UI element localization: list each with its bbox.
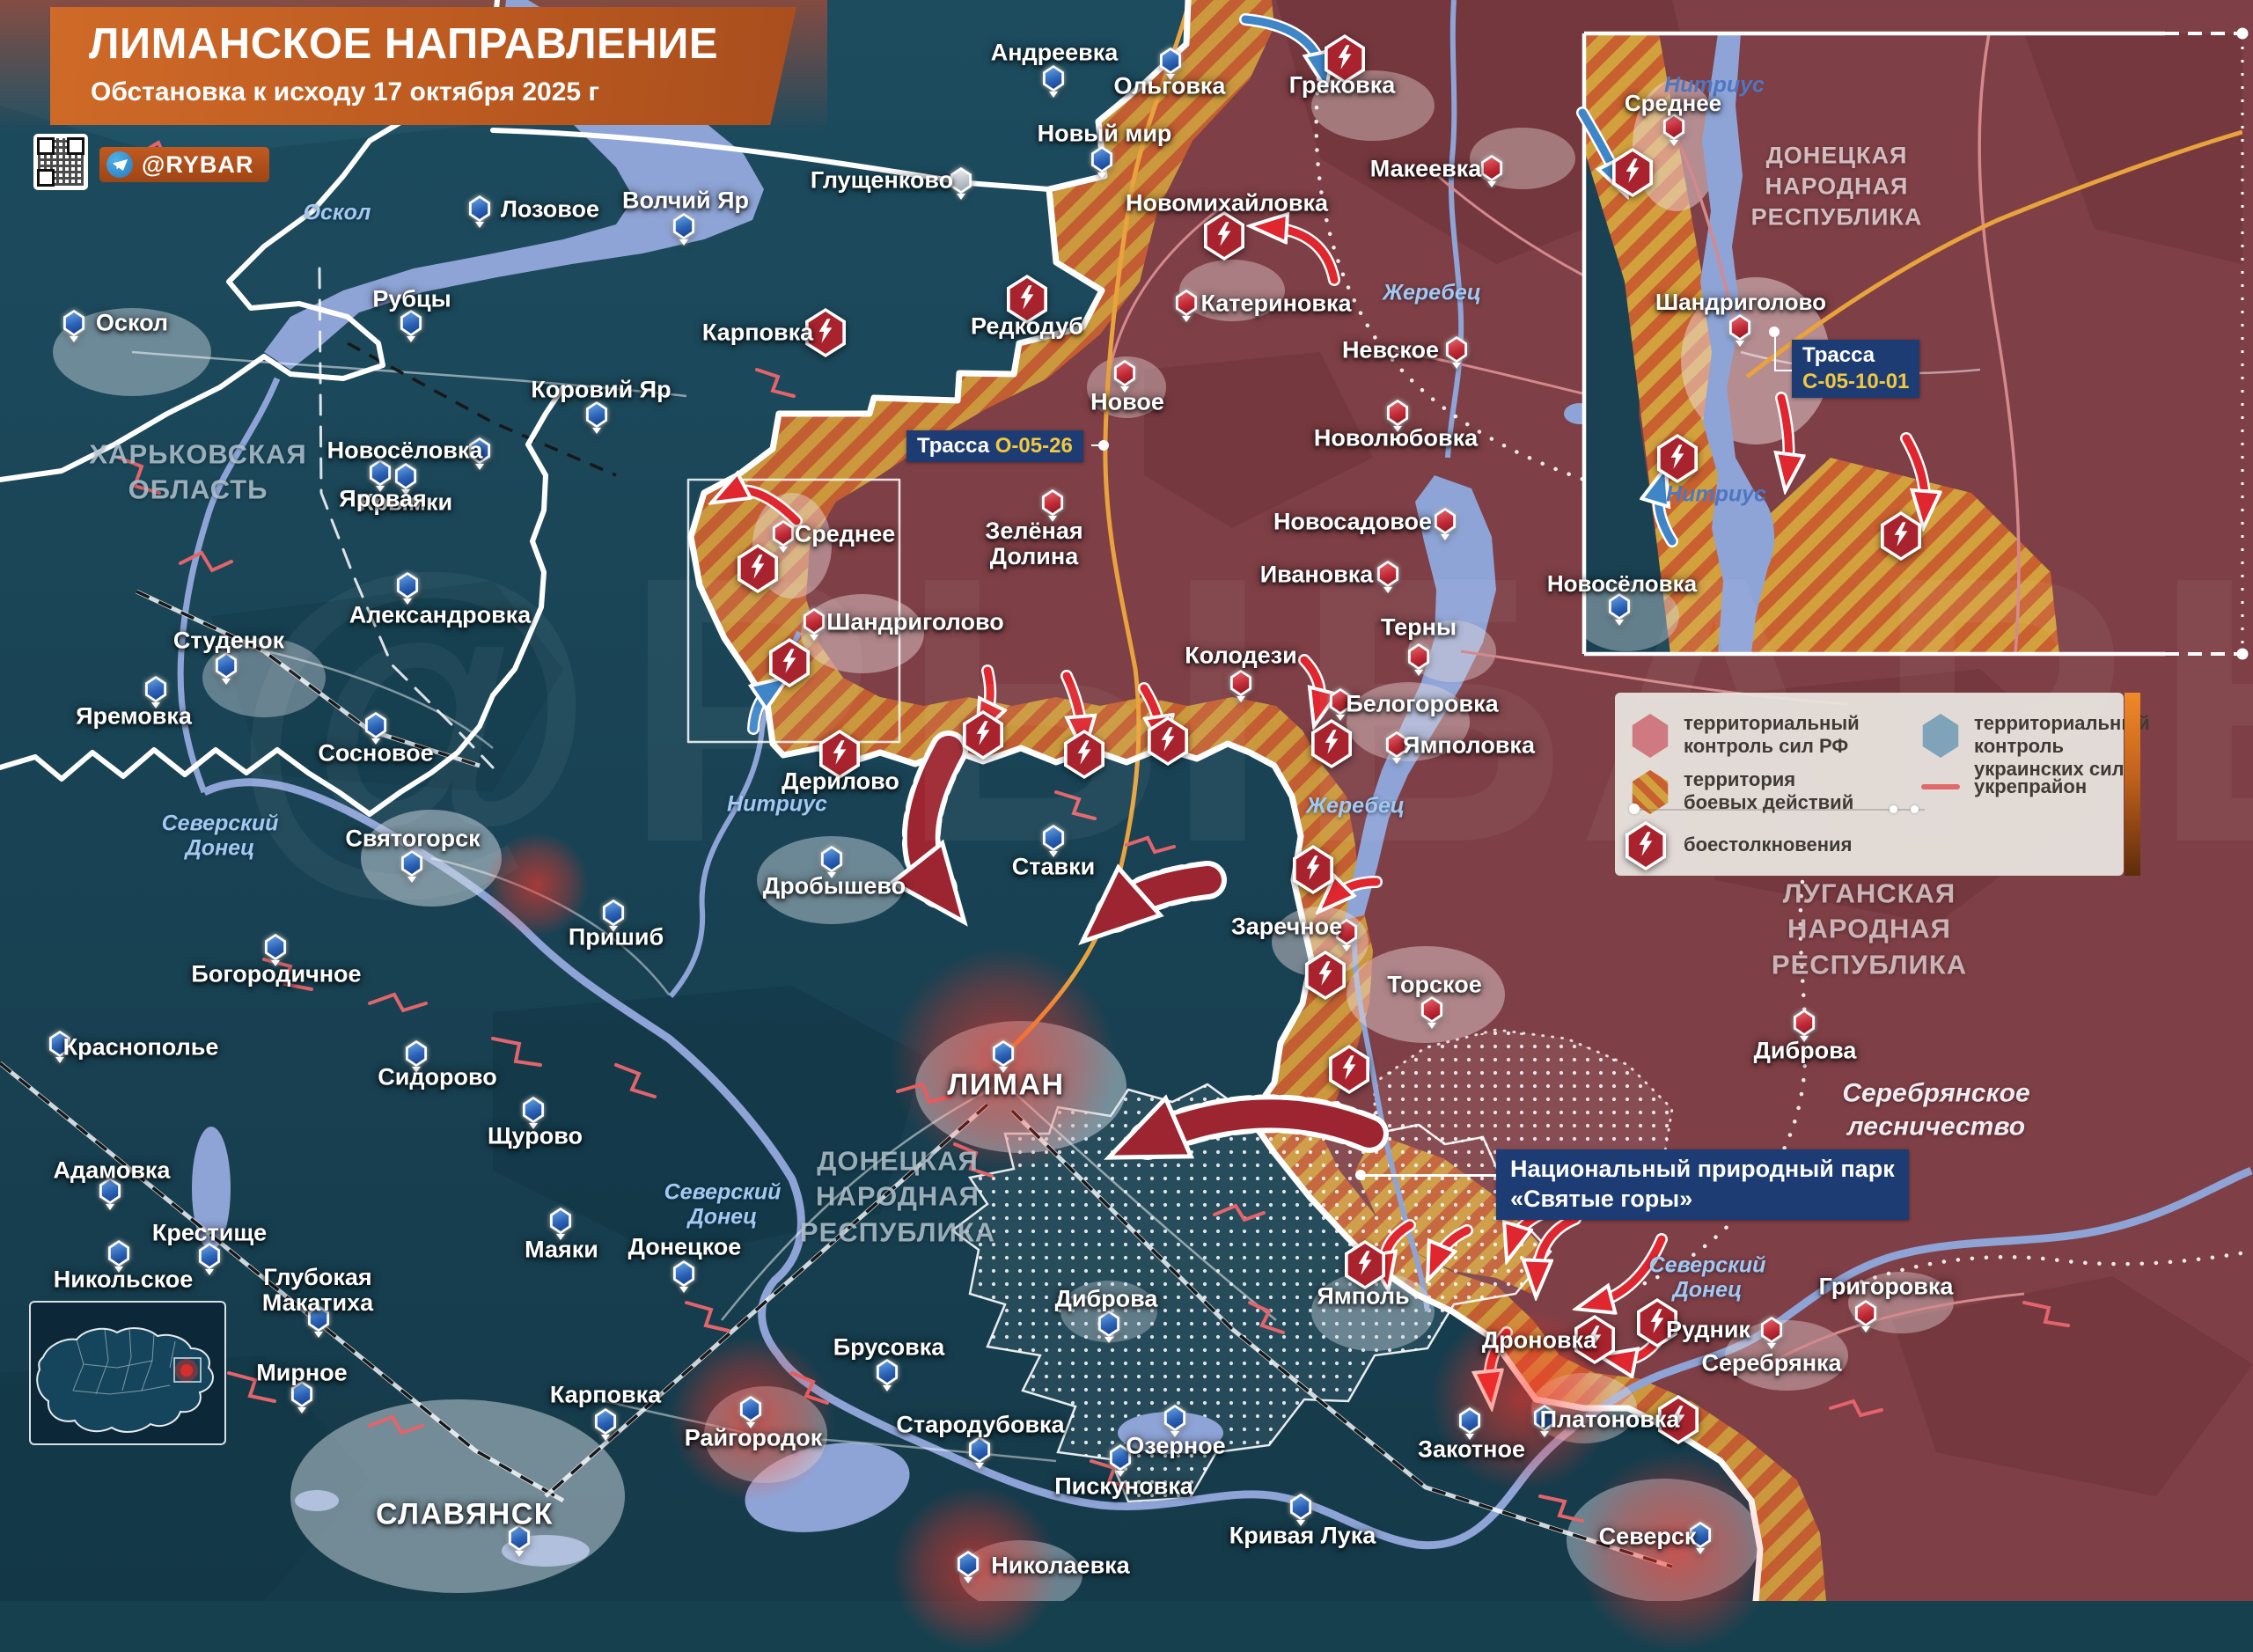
map-screenshot: { "meta":{ "title":"ЛИМАНСКОЕ НАПРАВЛЕНИ… xyxy=(0,0,2253,1601)
legend: территориальный контроль сил РФ территор… xyxy=(1615,693,2124,876)
road-label-dot xyxy=(1769,327,1780,337)
park-label-connector xyxy=(1364,1174,1496,1177)
legend-divider-dot xyxy=(1629,804,1640,814)
legend-combat-label: территория боевых действий xyxy=(1684,768,1853,814)
legend-divider-dot xyxy=(1911,805,1919,813)
road-label-C-05-10-01: ТрассаС-05-10-01 xyxy=(1792,340,1919,398)
legend-rf-hexagon xyxy=(1631,714,1670,758)
legend-divider-dot xyxy=(1890,805,1897,813)
telegram-badge[interactable]: @RYBAR xyxy=(99,147,269,182)
ukraine-minimap xyxy=(29,1301,226,1445)
road-label-connector xyxy=(1774,336,1776,371)
road-label-dot xyxy=(1098,440,1109,451)
park-label-dot xyxy=(1355,1170,1366,1180)
legend-ua-label: территориальный контроль украинских сил xyxy=(1974,712,2150,781)
legend-fortification-line xyxy=(1921,784,1960,789)
legend-rf-label: территориальный контроль сил РФ xyxy=(1684,712,1860,758)
legend-accent-bar xyxy=(2125,693,2140,876)
legend-divider xyxy=(1636,809,1925,811)
legend-ua-hexagon xyxy=(1921,714,1960,758)
telegram-icon xyxy=(106,151,133,178)
title-banner: ЛИМАНСКОЕ НАПРАВЛЕНИЕ Обстановка к исход… xyxy=(50,7,796,125)
legend-fortification-label: укрепрайон xyxy=(1974,775,2087,798)
road-label-O-05-26: Трасса О-05-26 xyxy=(906,430,1083,462)
page-title: ЛИМАНСКОЕ НАПРАВЛЕНИЕ xyxy=(89,19,796,69)
legend-clash-label: боестолкновения xyxy=(1684,833,1852,856)
legend-clash-icon xyxy=(1624,821,1668,870)
road-label-connector xyxy=(1774,370,1792,371)
subtitle: Обстановка к исходу 17 октября 2025 г xyxy=(91,77,796,107)
park-label: Национальный природный парк«Святые горы» xyxy=(1496,1149,1909,1220)
qr-code xyxy=(33,134,88,190)
channel-handle: @RYBAR xyxy=(142,151,253,179)
